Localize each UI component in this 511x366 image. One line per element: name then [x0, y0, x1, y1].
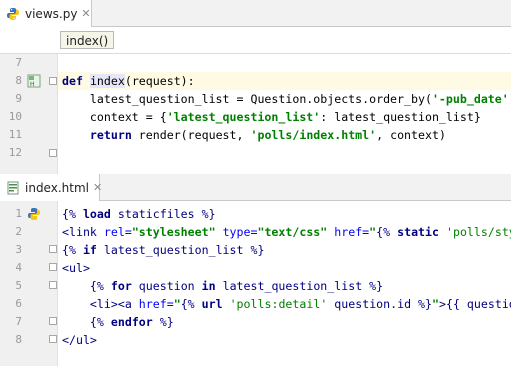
tab-label: views.py — [25, 6, 78, 21]
tab-index-html[interactable]: index.html ✕ — [0, 174, 102, 201]
fold-icon[interactable] — [49, 77, 57, 85]
line-number: 9 — [15, 92, 22, 105]
html-file-icon — [7, 181, 19, 194]
line-number: 1 — [15, 207, 22, 220]
fold-icon[interactable] — [49, 149, 57, 157]
breadcrumb: index() — [0, 27, 511, 54]
code-line: <ul> — [62, 261, 90, 275]
close-icon[interactable]: ✕ — [81, 8, 90, 19]
code-line: def index(request): — [62, 74, 195, 88]
fold-icon[interactable] — [49, 335, 57, 343]
line-number: 6 — [15, 297, 22, 310]
code-line: </ul> — [62, 333, 97, 347]
code-line: {% load staticfiles %} — [62, 207, 216, 221]
index-html-editor-pane: index.html ✕ 1 2 3 4 5 6 7 8 {% load sta… — [0, 174, 511, 366]
fold-icon[interactable] — [49, 317, 57, 325]
line-number: 7 — [15, 315, 22, 328]
line-number: 8 — [15, 74, 22, 87]
line-number: 3 — [15, 243, 22, 256]
fold-icon[interactable] — [49, 281, 57, 289]
code-area[interactable]: def index(request): latest_question_list… — [58, 54, 511, 174]
line-number: 10 — [8, 110, 22, 123]
code-editor[interactable]: 7 8 9 10 11 12 H def index(request): lat… — [0, 54, 511, 174]
python-file-icon — [7, 7, 19, 20]
code-area[interactable]: {% load staticfiles %} <link rel="styles… — [58, 201, 511, 366]
views-py-editor-pane: views.py ✕ index() 7 8 9 10 11 12 H def … — [0, 0, 511, 174]
line-number: 4 — [15, 261, 22, 274]
code-line: {% for question in latest_question_list … — [89, 279, 384, 293]
line-number: 8 — [15, 333, 22, 346]
code-editor[interactable]: 1 2 3 4 5 6 7 8 {% load staticfiles %} <… — [0, 201, 511, 366]
tab-label: index.html — [25, 180, 89, 195]
code-line: <li><a href="{% url 'polls:detail' quest… — [89, 297, 511, 311]
line-number: 5 — [15, 279, 22, 292]
bottom-tab-bar: index.html ✕ — [0, 174, 511, 201]
line-number: 11 — [8, 128, 22, 141]
code-line: latest_question_list = Question.objects.… — [62, 92, 511, 106]
breadcrumb-item-index[interactable]: index() — [60, 31, 115, 49]
code-line: context = {'latest_question_list': lates… — [62, 110, 481, 124]
code-line: return render(request, 'polls/index.html… — [89, 128, 446, 142]
navigate-to-template-icon[interactable]: H — [27, 74, 41, 88]
navigate-to-view-icon[interactable] — [27, 207, 41, 221]
line-number: 2 — [15, 225, 22, 238]
fold-icon[interactable] — [49, 245, 57, 253]
line-number: 12 — [8, 146, 22, 159]
tab-views-py[interactable]: views.py ✕ — [0, 0, 92, 27]
code-line: <link rel="stylesheet" type="text/css" h… — [62, 225, 511, 239]
fold-icon[interactable] — [49, 263, 57, 271]
line-number: 7 — [15, 56, 22, 69]
svg-text:H: H — [30, 81, 35, 88]
gutter: 1 2 3 4 5 6 7 8 — [0, 201, 58, 366]
gutter: 7 8 9 10 11 12 H — [0, 54, 58, 174]
close-icon[interactable]: ✕ — [93, 182, 102, 193]
top-tab-bar: views.py ✕ — [0, 0, 511, 27]
code-line: {% if latest_question_list %} — [62, 243, 265, 257]
code-line: {% endfor %} — [89, 315, 174, 329]
